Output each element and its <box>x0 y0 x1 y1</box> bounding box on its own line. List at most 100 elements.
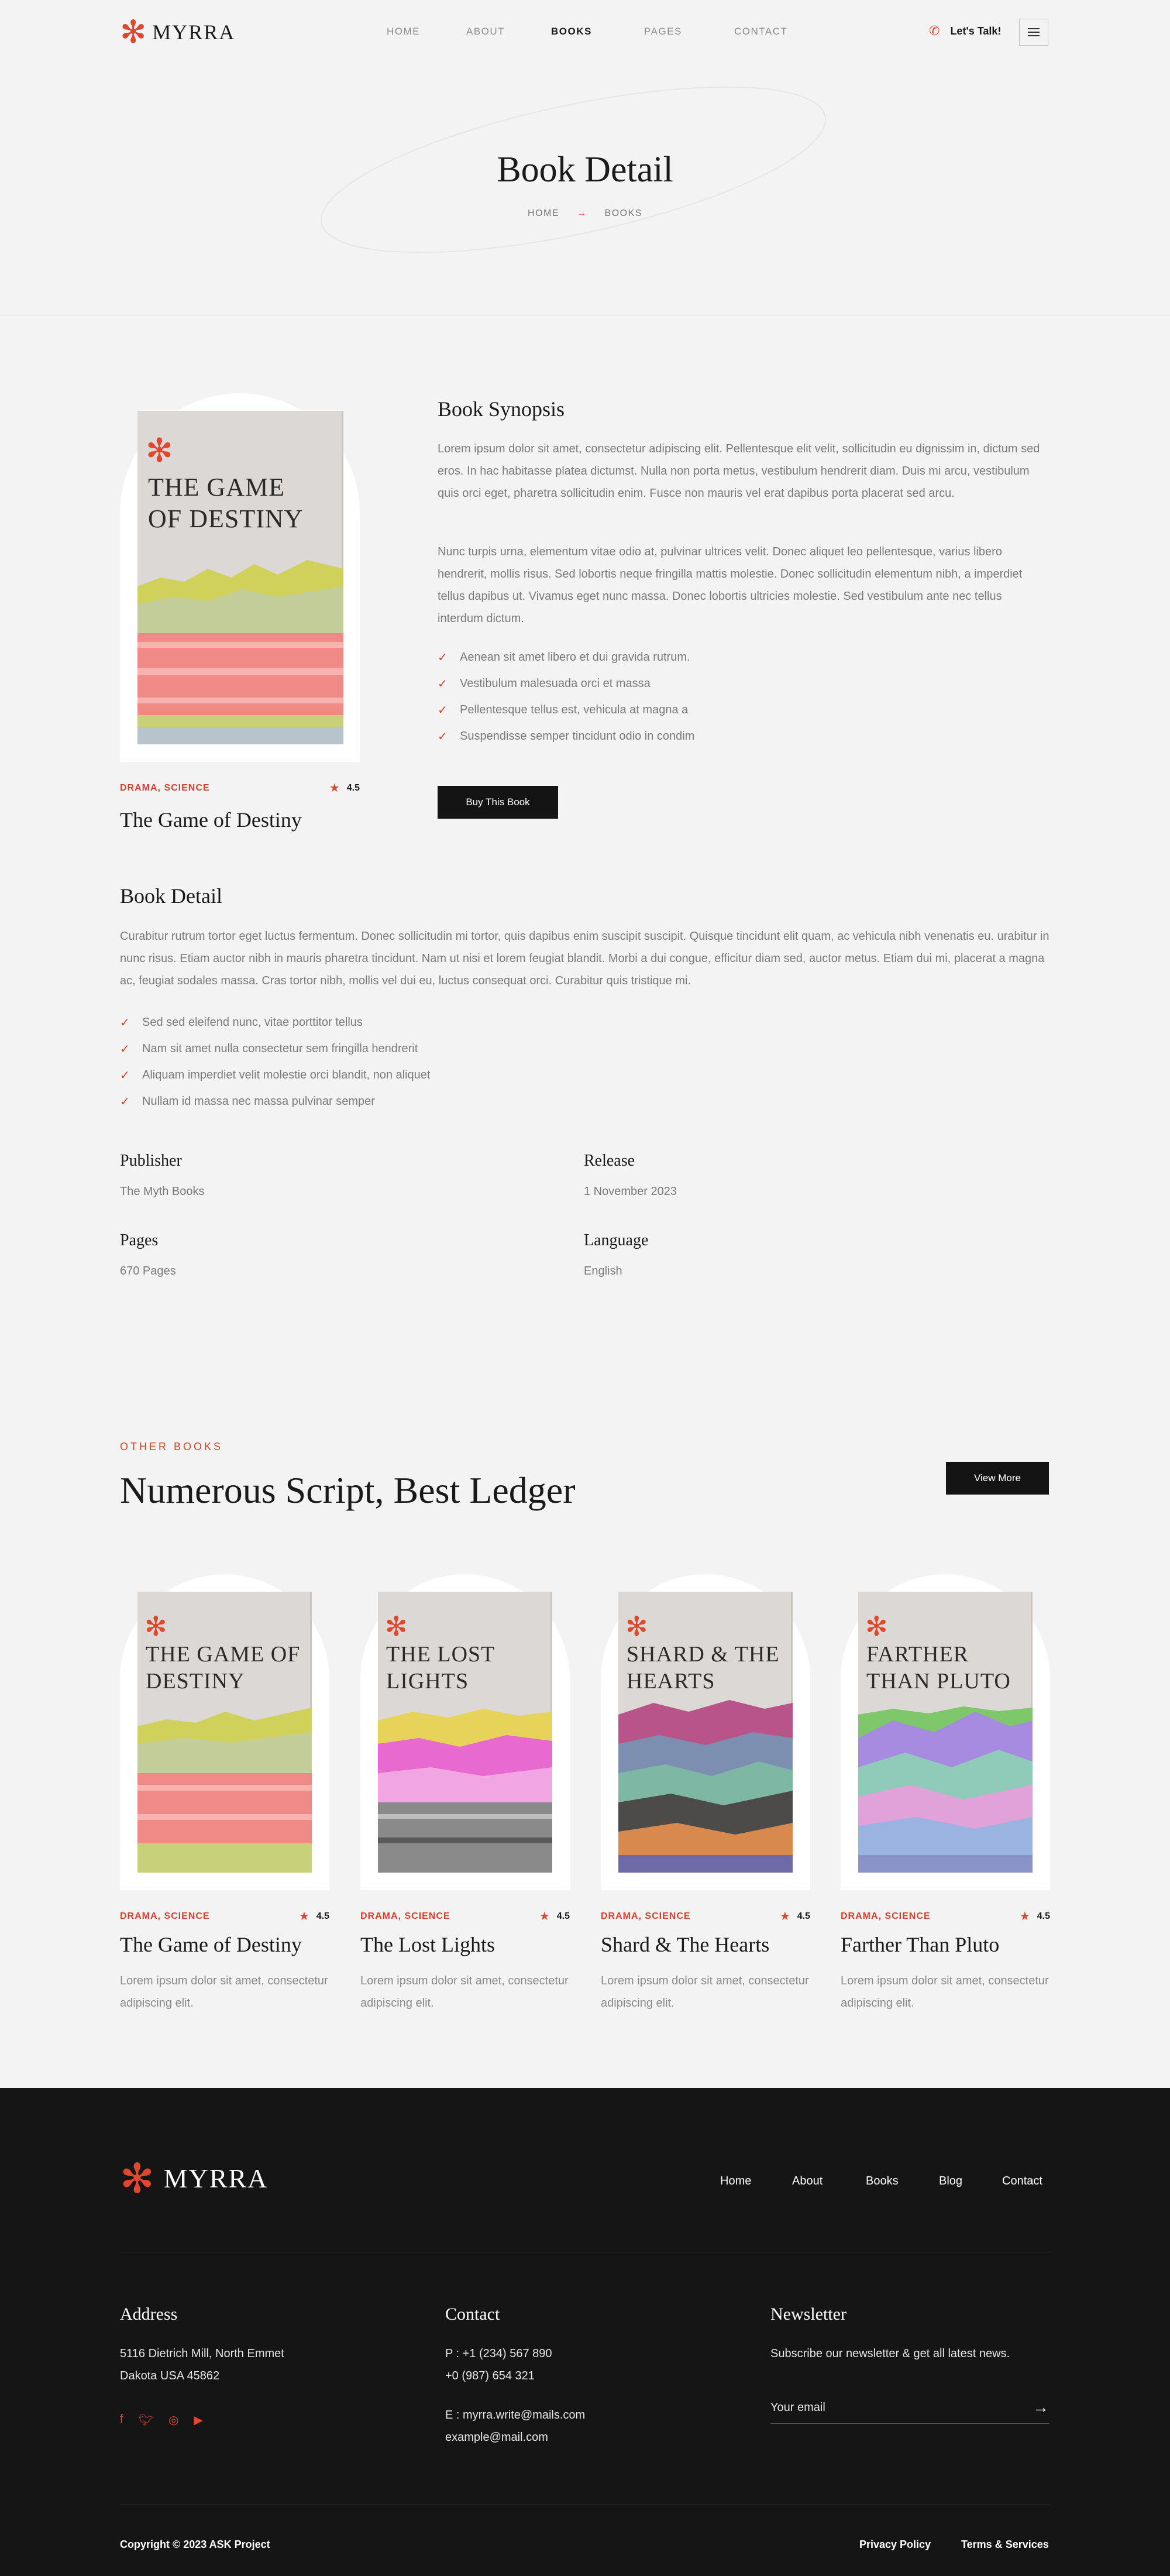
youtube-icon[interactable]: ▶ <box>194 2413 202 2427</box>
book-genre[interactable]: DRAMA, SCIENCE <box>360 1911 450 1922</box>
book-meta: DRAMA, SCIENCE ★ 4.5 <box>120 1909 329 1924</box>
book-detail-paragraph: Curabitur rutrum tortor eget luctus ferm… <box>120 930 1049 987</box>
rating-value: 4.5 <box>316 1911 329 1921</box>
cover-asterisk-icon: ✻ <box>144 1610 167 1642</box>
check-icon: ✓ <box>438 651 448 664</box>
list-item-text: Aliquam imperdiet velit molestie orci bl… <box>142 1069 431 1081</box>
phone-2[interactable]: +0 (987) 654 321 <box>445 2365 535 2387</box>
check-icon: ✓ <box>438 678 448 691</box>
instagram-icon[interactable]: ◎ <box>168 2413 178 2427</box>
nav-contact[interactable]: CONTACT <box>734 26 787 37</box>
pages-label: Pages <box>120 1231 159 1249</box>
book-meta: DRAMA, SCIENCE ★ 4.5 <box>841 1909 1050 1924</box>
list-item: ✓ Suspendisse semper tincidunt odio in co… <box>438 723 694 750</box>
lets-talk-button[interactable]: ✆ Let's Talk! <box>929 23 1001 39</box>
list-item-text: Sed sed eleifend nunc, vitae porttitor t… <box>142 1016 363 1029</box>
check-icon: ✓ <box>120 1043 130 1056</box>
email-2[interactable]: example@mail.com <box>445 2426 548 2448</box>
book-name[interactable]: The Game of Destiny <box>120 1932 302 1957</box>
newsletter-email-input[interactable] <box>770 2391 1016 2424</box>
list-item: ✓ Sed sed eleifend nunc, vitae porttitor … <box>120 1009 430 1036</box>
synopsis-list: ✓ Aenean sit amet libero et dui gravida r… <box>438 644 694 750</box>
book-meta: DRAMA, SCIENCE ★ 4.5 <box>120 781 360 795</box>
list-item: ✓ Aliquam imperdiet velit molestie orci b… <box>120 1062 430 1088</box>
rating-value: 4.5 <box>346 782 360 793</box>
list-item: ✓ Pellentesque tellus est, vehicula at ma… <box>438 697 694 723</box>
book-genre[interactable]: DRAMA, SCIENCE <box>120 783 210 794</box>
cover-title: FARTHER THAN PLUTO <box>866 1642 1011 1694</box>
language-label: Language <box>584 1231 649 1249</box>
star-icon: ★ <box>779 1910 790 1923</box>
publisher-label: Publisher <box>120 1152 182 1170</box>
footer-nav-home[interactable]: Home <box>720 2175 751 2188</box>
cover-asterisk-icon: ✻ <box>146 432 173 470</box>
check-icon: ✓ <box>120 1016 130 1029</box>
cover-title: SHARD & THE HEARTS <box>627 1642 780 1694</box>
asterisk-logo-icon: ✻ <box>120 2154 154 2203</box>
asterisk-logo-icon: ✻ <box>120 13 147 50</box>
publisher-value: The Myth Books <box>120 1185 205 1198</box>
phone-icon: ✆ <box>929 23 940 38</box>
address-line-2: Dakota USA 45862 <box>120 2369 220 2382</box>
rating-value: 4.5 <box>556 1911 570 1921</box>
synopsis-paragraph-1: Lorem ipsum dolor sit amet, consectetur … <box>438 442 1040 500</box>
view-more-button[interactable]: View More <box>946 1462 1049 1495</box>
list-item-text: Pellentesque tellus est, vehicula at mag… <box>460 703 689 716</box>
list-item-text: Nam sit amet nulla consectetur sem fring… <box>142 1042 418 1055</box>
star-icon: ★ <box>329 782 340 795</box>
logo[interactable]: ✻ MYRRA <box>120 13 235 50</box>
book-name[interactable]: Shard & The Hearts <box>601 1932 769 1957</box>
footer-nav-about[interactable]: About <box>792 2175 823 2188</box>
release-value: 1 November 2023 <box>584 1185 677 1198</box>
book-genre[interactable]: DRAMA, SCIENCE <box>841 1911 931 1922</box>
list-item: ✓ Nullam id massa nec massa pulvinar semp… <box>120 1088 430 1115</box>
book-genre[interactable]: DRAMA, SCIENCE <box>120 1911 210 1922</box>
breadcrumb: HOME → BOOKS <box>0 208 1170 219</box>
footer-logo[interactable]: ✻ MYRRA <box>120 2154 269 2203</box>
star-icon: ★ <box>539 1910 550 1923</box>
email-1[interactable]: E : myrra.write@mails.com <box>445 2404 585 2426</box>
nav-about[interactable]: ABOUT <box>466 26 505 37</box>
facebook-icon[interactable]: f <box>120 2413 123 2427</box>
cover-asterisk-icon: ✻ <box>385 1610 408 1642</box>
book-cover-image[interactable]: ✻ FARTHER THAN PLUTO <box>858 1592 1033 1873</box>
social-links: f 🐦︎ ◎ ▶ <box>120 2413 203 2427</box>
hamburger-menu-button[interactable] <box>1019 19 1048 46</box>
nav-pages[interactable]: PAGES <box>644 26 682 37</box>
buy-book-button[interactable]: Buy This Book <box>438 786 558 819</box>
synopsis-paragraph-2: Nunc turpis urna, elementum vitae odio a… <box>438 545 1023 625</box>
terms-link[interactable]: Terms & Services <box>961 2539 1049 2551</box>
nav-home[interactable]: HOME <box>387 26 420 37</box>
list-item-text: Nullam id massa nec massa pulvinar sempe… <box>142 1095 375 1108</box>
arrow-right-icon[interactable]: → <box>1033 2398 1049 2417</box>
breadcrumb-home[interactable]: HOME <box>528 208 559 219</box>
nav-books[interactable]: BOOKS <box>551 26 592 37</box>
footer-nav-books[interactable]: Books <box>866 2175 899 2188</box>
book-description: Lorem ipsum dolor sit amet, consectetur … <box>360 1974 569 2010</box>
book-rating: ★ 4.5 <box>539 1909 570 1924</box>
book-description: Lorem ipsum dolor sit amet, consectetur … <box>601 1974 809 2010</box>
book-cover-image[interactable]: ✻ THE GAME OF DESTINY <box>137 411 343 744</box>
section-eyebrow: OTHER BOOKS <box>120 1441 223 1452</box>
pages-value: 670 Pages <box>120 1265 176 1277</box>
book-description: Lorem ipsum dolor sit amet, consectetur … <box>120 1974 328 2010</box>
privacy-policy-link[interactable]: Privacy Policy <box>859 2539 931 2551</box>
newsletter-heading: Newsletter <box>770 2304 846 2324</box>
book-name: The Game of Destiny <box>120 808 302 832</box>
book-rating: ★ 4.5 <box>1020 1909 1050 1924</box>
footer-nav-contact[interactable]: Contact <box>1002 2175 1042 2188</box>
breadcrumb-books: BOOKS <box>604 208 642 218</box>
footer-nav-blog[interactable]: Blog <box>939 2175 962 2188</box>
book-name[interactable]: The Lost Lights <box>360 1932 495 1957</box>
book-name[interactable]: Farther Than Pluto <box>841 1932 999 1957</box>
rating-value: 4.5 <box>1037 1911 1050 1921</box>
footer-logo-text: MYRRA <box>163 2163 269 2193</box>
book-cover-image[interactable]: ✻ THE LOST LIGHTS <box>378 1592 552 1873</box>
newsletter-form: → <box>770 2391 1049 2424</box>
star-icon: ★ <box>298 1910 309 1923</box>
book-genre[interactable]: DRAMA, SCIENCE <box>601 1911 691 1922</box>
book-cover-image[interactable]: ✻ THE GAME OF DESTINY <box>137 1592 312 1873</box>
twitter-icon[interactable]: 🐦︎ <box>139 2413 153 2427</box>
phone-1[interactable]: P : +1 (234) 567 890 <box>445 2343 552 2365</box>
book-cover-image[interactable]: ✻ SHARD & THE HEARTS <box>618 1592 793 1873</box>
